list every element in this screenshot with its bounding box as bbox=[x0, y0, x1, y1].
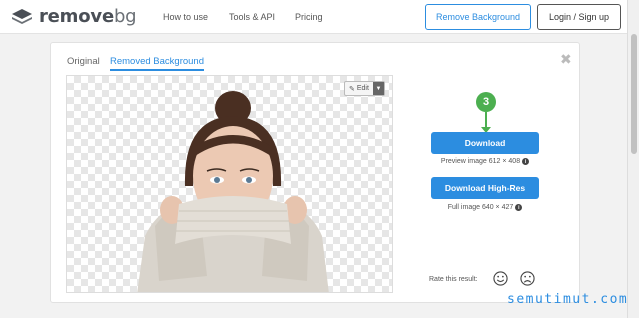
result-preview-image: ✎ Edit ▼ bbox=[66, 75, 393, 293]
tab-original[interactable]: Original bbox=[67, 56, 100, 67]
nav-pricing[interactable]: Pricing bbox=[295, 12, 323, 22]
edit-label: Edit bbox=[356, 85, 369, 92]
tab-removed-background[interactable]: Removed Background bbox=[110, 56, 204, 71]
remove-background-button[interactable]: Remove Background bbox=[425, 4, 531, 30]
pencil-icon: ✎ bbox=[349, 85, 355, 93]
top-navigation-bar: removebg How to use Tools & API Pricing … bbox=[0, 0, 627, 34]
download-button[interactable]: Download bbox=[431, 132, 539, 154]
preview-image-meta: Preview image 612 × 408 i bbox=[431, 158, 539, 165]
logo[interactable]: removebg bbox=[11, 6, 137, 27]
step-arrow-line bbox=[485, 112, 487, 128]
info-icon[interactable]: i bbox=[515, 204, 523, 211]
sad-face-icon[interactable] bbox=[520, 271, 535, 286]
logo-text: removebg bbox=[39, 6, 137, 27]
preview-meta-text: Preview image 612 × 408 bbox=[440, 158, 521, 165]
nav-how-to-use[interactable]: How to use bbox=[163, 12, 208, 22]
nav-tools-api[interactable]: Tools & API bbox=[229, 12, 275, 22]
chevron-down-icon[interactable]: ▼ bbox=[372, 82, 384, 95]
edit-button[interactable]: ✎ Edit ▼ bbox=[344, 81, 385, 96]
full-meta-text: Full image 640 × 427 bbox=[447, 204, 514, 211]
rate-result-label: Rate this result: bbox=[429, 276, 478, 283]
watermark-text: semutimut.com bbox=[507, 292, 629, 307]
page-scrollbar[interactable] bbox=[627, 0, 639, 318]
info-icon[interactable]: i bbox=[522, 158, 530, 165]
download-high-res-button[interactable]: Download High-Res bbox=[431, 177, 539, 199]
full-image-meta: Full image 640 × 427 i bbox=[431, 204, 539, 211]
result-card: Original Removed Background ✖ ✎ Edit ▼ bbox=[50, 42, 580, 303]
step-number-badge: 3 bbox=[476, 92, 496, 112]
happy-face-icon[interactable] bbox=[493, 271, 508, 286]
scrollbar-thumb[interactable] bbox=[631, 34, 637, 154]
close-icon[interactable]: ✖ bbox=[560, 51, 572, 68]
person-cutout-image bbox=[137, 91, 329, 292]
layers-logo-icon bbox=[12, 8, 32, 24]
login-signup-button[interactable]: Login / Sign up bbox=[537, 4, 621, 30]
